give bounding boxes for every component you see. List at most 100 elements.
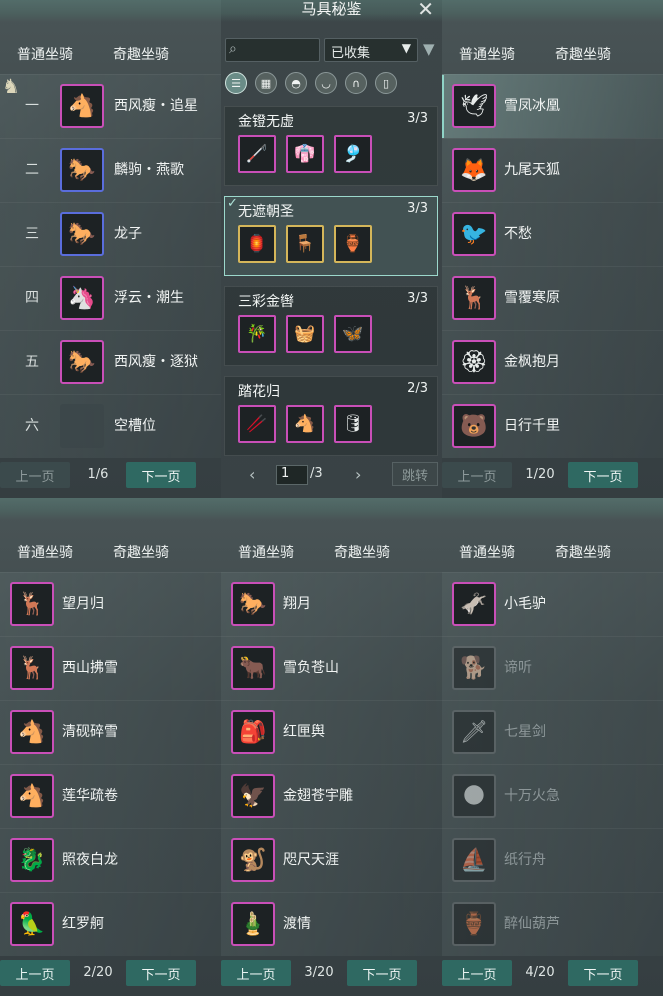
page-indicator: 4/20 xyxy=(525,965,555,980)
prev-page-button[interactable]: 上一页 xyxy=(442,462,512,488)
prev-page-button[interactable]: 上一页 xyxy=(0,960,70,986)
tab-fun-mounts[interactable]: 奇趣坐骑 xyxy=(113,44,169,64)
tab-normal-mounts[interactable]: 普通坐骑 xyxy=(17,44,73,64)
gear-set-card[interactable]: ✓ 无遮朝圣 3/3 🏮 🪑 🏺 xyxy=(224,196,438,276)
mount-row[interactable]: 五 🐎 西风瘦・逐狱 xyxy=(0,330,221,394)
gear-item-slot[interactable]: 🧺 xyxy=(286,315,324,353)
tab-normal-mounts[interactable]: 普通坐骑 xyxy=(17,542,73,562)
chevron-left-icon[interactable]: ‹ xyxy=(249,465,255,484)
gear-item-slot[interactable]: 🏺 xyxy=(334,225,372,263)
tab-normal-mounts[interactable]: 普通坐骑 xyxy=(459,542,515,562)
mount-row[interactable]: 🏵 金枫抱月 xyxy=(442,330,663,394)
mount-portrait: 🐎 xyxy=(60,212,104,256)
gear-set-card[interactable]: 三彩金辔 3/3 🎋 🧺 🦋 xyxy=(224,286,438,366)
mount-name: 醉仙葫芦 xyxy=(504,916,560,932)
mount-row[interactable]: 🏺 醉仙葫芦 xyxy=(442,892,663,956)
saddle-icon[interactable]: ◓ xyxy=(285,72,307,94)
search-input[interactable]: ⌕ xyxy=(225,38,320,62)
mount-list: 🫏 小毛驴 🐕 谛听 🗡 七星剑 🌑 十万火急 ⛵ 纸行舟 🏺 醉仙葫芦 xyxy=(442,572,663,956)
gear-item-slot[interactable]: 🏮 xyxy=(238,225,276,263)
funnel-filter-icon[interactable]: ▼ xyxy=(423,40,435,58)
tab-fun-mounts[interactable]: 奇趣坐骑 xyxy=(113,542,169,562)
mount-row[interactable]: ⛵ 纸行舟 xyxy=(442,828,663,892)
mount-row[interactable]: 🎍 渡情 xyxy=(221,892,442,956)
mount-row[interactable]: 🐒 咫尺天涯 xyxy=(221,828,442,892)
tab-fun-mounts[interactable]: 奇趣坐骑 xyxy=(555,542,611,562)
mount-portrait: 🎍 xyxy=(231,902,275,946)
list-icon[interactable]: ☰ xyxy=(225,72,247,94)
chevron-right-icon[interactable]: › xyxy=(355,465,361,484)
gear-item-slot[interactable]: 🎋 xyxy=(238,315,276,353)
gear-item-slot[interactable]: 👘 xyxy=(286,135,324,173)
stirrup-icon[interactable]: ◡ xyxy=(315,72,337,94)
mount-row[interactable]: 🦊 九尾天狐 xyxy=(442,138,663,202)
mount-row[interactable]: 🫏 小毛驴 xyxy=(442,572,663,636)
mount-row[interactable]: 🦌 西山拂雪 xyxy=(0,636,221,700)
mount-row[interactable]: 🐴 莲华疏卷 xyxy=(0,764,221,828)
mount-row[interactable]: 🦌 雪覆寒原 xyxy=(442,266,663,330)
mount-row[interactable]: 🗡 七星剑 xyxy=(442,700,663,764)
gear-item-slot[interactable]: 🐴 xyxy=(286,405,324,443)
mount-row[interactable]: 🦌 望月归 xyxy=(0,572,221,636)
mount-row[interactable]: 🐦 不愁 xyxy=(442,202,663,266)
mount-row[interactable]: 🐉 照夜白龙 xyxy=(0,828,221,892)
mount-name: 十万火急 xyxy=(504,788,560,804)
mount-portrait: 🌑 xyxy=(452,774,496,818)
mount-row[interactable]: 🎒 红匣舆 xyxy=(221,700,442,764)
page-indicator: 1/6 xyxy=(87,467,109,482)
tab-normal-mounts[interactable]: 普通坐骑 xyxy=(238,542,294,562)
mount-row[interactable]: 🕊 雪凤冰凰 xyxy=(442,74,663,138)
mount-row[interactable]: 🐎 翔月 xyxy=(221,572,442,636)
next-page-button[interactable]: 下一页 xyxy=(347,960,417,986)
mount-name: 金翅苍宇雕 xyxy=(283,788,353,804)
collected-filter-select[interactable]: 已收集 ▼ xyxy=(324,38,418,62)
gear-item-slot[interactable]: 🛢 xyxy=(334,405,372,443)
next-page-button[interactable]: 下一页 xyxy=(126,462,196,488)
gear-set-card[interactable]: 金镫无虚 3/3 🦯 👘 🎐 xyxy=(224,106,438,186)
gear-set-count: 3/3 xyxy=(407,111,428,126)
gear-set-card[interactable]: 踏花归 2/3 🥢 🐴 🛢 xyxy=(224,376,438,456)
tab-fun-mounts[interactable]: 奇趣坐骑 xyxy=(555,44,611,64)
next-page-button[interactable]: 下一页 xyxy=(568,960,638,986)
gear-item-slot[interactable]: 🦯 xyxy=(238,135,276,173)
mount-row[interactable]: 🐂 雪负苍山 xyxy=(221,636,442,700)
grid-icon[interactable]: ▦ xyxy=(255,72,277,94)
mount-portrait: 🏵 xyxy=(452,340,496,384)
gear-item-slot[interactable]: 🎐 xyxy=(334,135,372,173)
mount-row[interactable]: 🐻 日行千里 xyxy=(442,394,663,458)
mount-name: 七星剑 xyxy=(504,724,546,740)
mount-name: 清砚碎雪 xyxy=(62,724,118,740)
mount-row[interactable]: 🌑 十万火急 xyxy=(442,764,663,828)
mount-row[interactable]: 🐴 清砚碎雪 xyxy=(0,700,221,764)
next-page-button[interactable]: 下一页 xyxy=(126,960,196,986)
mount-row[interactable]: 六 空槽位 xyxy=(0,394,221,458)
next-page-button[interactable]: 下一页 xyxy=(568,462,638,488)
mount-portrait: 🐎 xyxy=(60,148,104,192)
mount-tabs: 普通坐骑 奇趣坐骑 xyxy=(442,44,663,66)
mount-name: 谛听 xyxy=(504,660,532,676)
tab-normal-mounts[interactable]: 普通坐骑 xyxy=(459,44,515,64)
mount-row[interactable]: 二 🐎 麟驹・燕歌 xyxy=(0,138,221,202)
gear-item-slot[interactable]: 🦋 xyxy=(334,315,372,353)
mount-row[interactable]: 🦅 金翅苍宇雕 xyxy=(221,764,442,828)
close-icon[interactable]: ✕ xyxy=(417,0,434,21)
prev-page-button[interactable]: 上一页 xyxy=(221,960,291,986)
mount-name: 小毛驴 xyxy=(504,596,546,612)
mount-row[interactable]: 四 🦄 浮云・潮生 xyxy=(0,266,221,330)
gear-item-slot[interactable]: 🥢 xyxy=(238,405,276,443)
mount-row[interactable]: 🐕 谛听 xyxy=(442,636,663,700)
prev-page-button[interactable]: 上一页 xyxy=(442,960,512,986)
horseshoe-icon[interactable]: ∩ xyxy=(345,72,367,94)
gear-item-slot[interactable]: 🪑 xyxy=(286,225,324,263)
jump-button[interactable]: 跳转 xyxy=(392,462,438,486)
mount-portrait: 🐻 xyxy=(452,404,496,448)
page-input[interactable]: 1 xyxy=(276,465,308,485)
prev-page-button[interactable]: 上一页 xyxy=(0,462,70,488)
mount-row[interactable]: 🦜 红罗舸 xyxy=(0,892,221,956)
mount-name: 不愁 xyxy=(504,226,532,242)
shield-icon[interactable]: ▯ xyxy=(375,72,397,94)
tab-fun-mounts[interactable]: 奇趣坐骑 xyxy=(334,542,390,562)
mount-portrait: 🕊 xyxy=(452,84,496,128)
mount-row[interactable]: 一 🐴 西风瘦・追星 xyxy=(0,74,221,138)
mount-row[interactable]: 三 🐎 龙子 xyxy=(0,202,221,266)
